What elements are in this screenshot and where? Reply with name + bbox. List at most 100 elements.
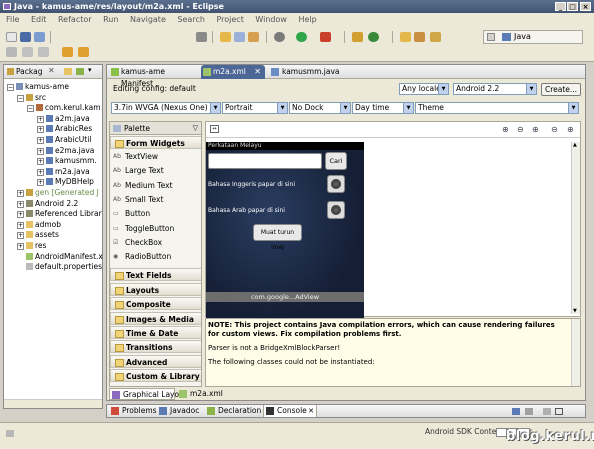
tree-item[interactable]: + Referenced Librar: [17, 209, 102, 219]
expand-icon[interactable]: +: [37, 147, 44, 155]
tree-item[interactable]: + res: [17, 241, 46, 251]
menu-search[interactable]: Search: [177, 15, 204, 24]
download-image-button[interactable]: Muat turun imej: [253, 224, 302, 251]
open-console-icon[interactable]: [525, 408, 533, 415]
palette-category[interactable]: Layouts: [110, 282, 201, 296]
explorer-hscrollbar[interactable]: [4, 399, 102, 408]
marker-icon[interactable]: [430, 32, 441, 42]
collapse-icon[interactable]: −: [17, 94, 24, 102]
menu-navigate[interactable]: Navigate: [130, 15, 166, 24]
theme-select[interactable]: Theme ▼: [415, 102, 579, 114]
palette-widget[interactable]: Ab Small Text: [110, 193, 201, 206]
tree-item[interactable]: − com.kerul.kam: [27, 103, 101, 113]
android-sdk-icon[interactable]: [196, 32, 207, 42]
run-icon[interactable]: [296, 32, 307, 42]
word-input[interactable]: [208, 153, 322, 169]
expand-icon[interactable]: +: [37, 137, 44, 144]
open-perspective-icon[interactable]: [487, 33, 495, 41]
problems-label[interactable]: Problems: [122, 406, 157, 415]
external-tools-icon[interactable]: [320, 32, 331, 42]
back-icon[interactable]: [62, 47, 73, 57]
tree-item[interactable]: + gen [Generated J: [17, 188, 99, 198]
tree-item[interactable]: + Android 2.2: [17, 199, 78, 209]
palette-widget[interactable]: Ab Large Text: [110, 164, 201, 177]
perspective-label[interactable]: Java: [514, 31, 531, 43]
new-java-project-icon[interactable]: [352, 32, 363, 42]
tree-item[interactable]: + e2ma.java: [37, 146, 94, 156]
expand-icon[interactable]: +: [17, 243, 24, 250]
tree-item[interactable]: + a2m.java: [37, 114, 90, 124]
tree-item[interactable]: + MyDBHelp: [37, 177, 94, 187]
fast-view-icon[interactable]: [6, 430, 14, 437]
tab-graphical-layout[interactable]: Graphical Layout: [109, 388, 187, 400]
device-select[interactable]: 3.7in WVGA (Nexus One) ▼: [111, 102, 221, 114]
new-class-icon[interactable]: [368, 32, 379, 42]
tree-item[interactable]: + kamusmm.: [37, 156, 97, 166]
target-select[interactable]: Android 2.2 ▼: [453, 83, 537, 95]
speaker-icon[interactable]: [327, 175, 345, 193]
collapse-icon[interactable]: −: [7, 84, 14, 91]
tab-manifest[interactable]: kamus-ame Manifest: [109, 66, 197, 88]
expand-canvas-icon[interactable]: ↔: [210, 125, 219, 133]
zoom-out-icon[interactable]: ⊖: [551, 125, 558, 134]
tab-xml-source[interactable]: m2a.xml: [177, 388, 227, 400]
orientation-select[interactable]: Portrait ▼: [222, 102, 288, 114]
tab-kamusmm-label[interactable]: kamusmm.java: [282, 67, 339, 76]
collapse-all-icon[interactable]: [64, 68, 72, 75]
open-type-icon[interactable]: [220, 32, 231, 42]
link-editor-icon[interactable]: [76, 68, 84, 75]
new-icon[interactable]: [6, 32, 17, 42]
dock-select[interactable]: No Dock ▼: [289, 102, 351, 114]
expand-icon[interactable]: +: [37, 115, 44, 123]
expand-icon[interactable]: +: [17, 211, 24, 219]
maximize-view-icon[interactable]: [555, 408, 563, 415]
menu-refactor[interactable]: Refactor: [58, 15, 92, 24]
tree-item[interactable]: − src: [17, 93, 46, 103]
menu-help[interactable]: Help: [298, 15, 316, 24]
menu-edit[interactable]: Edit: [31, 15, 47, 24]
console-label[interactable]: Console: [277, 406, 307, 415]
minimize-view-icon[interactable]: [543, 408, 551, 415]
edit-icon[interactable]: [414, 32, 425, 42]
save-icon[interactable]: [20, 32, 31, 42]
tree-item[interactable]: + ArabicRes: [37, 124, 92, 134]
tab-problems[interactable]: Problems: [109, 405, 157, 417]
palette-category[interactable]: Time & Date: [110, 326, 201, 339]
tab-m2a-xml[interactable]: m2a.xml ✕: [201, 65, 265, 79]
nav-prev-annotation-icon[interactable]: [22, 47, 33, 57]
javadoc-label[interactable]: Javadoc: [170, 406, 199, 415]
tab-javadoc[interactable]: Javadoc: [157, 405, 203, 417]
expand-icon[interactable]: +: [17, 190, 24, 197]
palette-widget[interactable]: Ab TextView: [110, 150, 201, 163]
menu-project[interactable]: Project: [216, 15, 243, 24]
close-tab-icon[interactable]: ✕: [48, 66, 55, 75]
zoom-in-icon[interactable]: ⊕: [532, 125, 539, 134]
expand-icon[interactable]: +: [37, 179, 44, 187]
palette-category[interactable]: Transitions: [110, 340, 201, 354]
search-icon[interactable]: [234, 32, 245, 42]
palette-category[interactable]: Custom & Library Vie: [110, 369, 201, 383]
palette-menu-chevron-icon[interactable]: ▽: [193, 122, 198, 135]
speaker-icon[interactable]: [327, 201, 345, 219]
menu-file[interactable]: File: [6, 15, 19, 24]
forward-icon[interactable]: [78, 47, 89, 57]
time-select[interactable]: Day time ▼: [352, 102, 414, 114]
palette-widget[interactable]: ▭ Button: [110, 207, 201, 220]
open-folder-icon[interactable]: [400, 32, 411, 42]
expand-icon[interactable]: +: [37, 158, 44, 166]
tab-kamusmm-java[interactable]: kamusmm.java: [269, 66, 349, 79]
tree-item[interactable]: default.properties: [17, 262, 102, 272]
scroll-up-icon[interactable]: ▲: [573, 142, 577, 148]
palette-widget[interactable]: ▭ ToggleButton: [110, 222, 201, 235]
collapse-icon[interactable]: −: [27, 105, 34, 113]
tree-item[interactable]: + admob: [17, 220, 61, 230]
tree-item[interactable]: − kamus-ame: [7, 82, 69, 92]
create-config-button[interactable]: Create...: [541, 83, 581, 96]
last-edit-icon[interactable]: [38, 47, 49, 57]
palette-category[interactable]: Advanced: [110, 354, 201, 368]
palette-category-form-widgets[interactable]: Form Widgets: [110, 136, 201, 149]
tab-declaration[interactable]: Declaration: [205, 405, 261, 417]
tree-item[interactable]: + ArabicUtil: [37, 135, 91, 145]
menu-run[interactable]: Run: [103, 15, 118, 24]
search-button[interactable]: Cari: [325, 152, 347, 170]
